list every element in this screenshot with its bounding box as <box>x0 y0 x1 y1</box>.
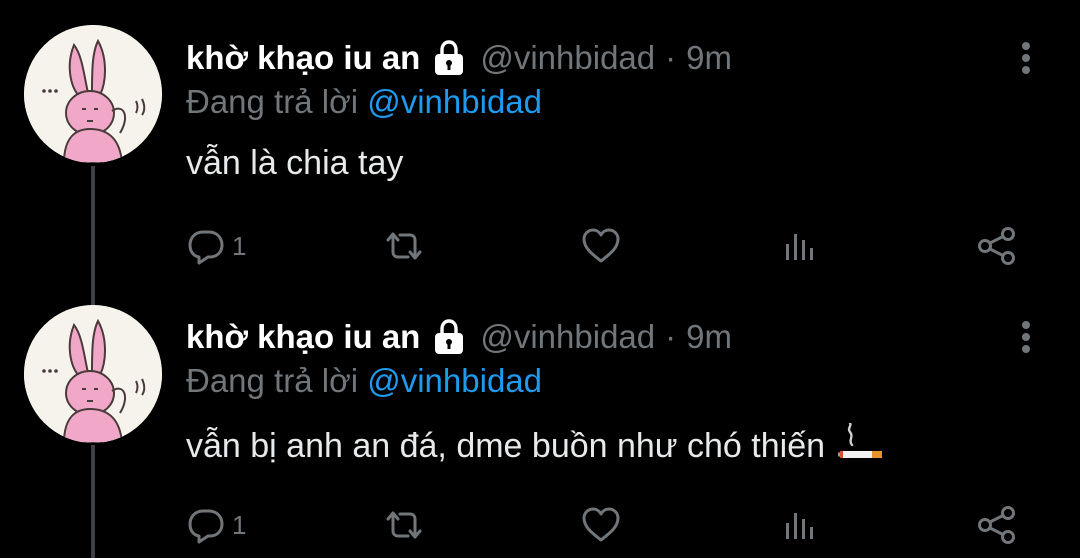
retweet-icon <box>386 511 422 539</box>
like-button[interactable] <box>580 224 622 268</box>
views-icon <box>786 234 813 260</box>
views-icon <box>786 513 813 539</box>
tweet[interactable]: khờ khạo iu an @vinhbidad · 9m Đang trả … <box>0 0 1080 306</box>
user-handle[interactable]: @vinhbidad <box>480 39 655 77</box>
bunny-avatar-image <box>24 25 162 163</box>
tweet[interactable]: khờ khạo iu an @vinhbidad · 9m Đang trả … <box>0 279 1080 558</box>
like-icon <box>582 228 620 263</box>
replying-prefix: Đang trả lời <box>186 83 359 120</box>
thread-line <box>91 445 95 558</box>
like-icon <box>582 507 620 542</box>
replying-mention[interactable]: @vinhbidad <box>367 83 542 120</box>
more-icon[interactable] <box>1020 319 1032 355</box>
replying-to: Đang trả lời @vinhbidad <box>186 83 542 121</box>
reply-icon <box>188 230 224 265</box>
share-button[interactable] <box>976 224 1018 268</box>
reply-icon <box>188 509 224 544</box>
replying-to: Đang trả lời @vinhbidad <box>186 362 542 400</box>
cigarette-icon <box>838 423 884 463</box>
views-button[interactable] <box>780 224 820 268</box>
bunny-avatar-image <box>24 305 162 443</box>
reply-button[interactable]: 1 <box>186 503 246 547</box>
like-button[interactable] <box>580 503 622 547</box>
display-name[interactable]: khờ khạo iu an <box>186 39 420 77</box>
share-icon <box>978 227 1015 265</box>
tweet-text: vẫn bị anh an đá, dme buồn như chó thiến <box>186 423 884 466</box>
tweet-actions: 1 <box>186 503 1026 547</box>
tweet-text-content: vẫn là chia tay <box>186 144 404 182</box>
replying-mention[interactable]: @vinhbidad <box>367 362 542 399</box>
lock-icon <box>432 319 466 355</box>
timestamp[interactable]: 9m <box>686 39 732 77</box>
tweet-text: vẫn là chia tay <box>186 144 403 183</box>
reply-count: 1 <box>232 230 247 261</box>
tweet-header: khờ khạo iu an @vinhbidad · 9m <box>186 36 732 80</box>
reply-count: 1 <box>232 509 247 540</box>
retweet-button[interactable] <box>382 503 426 547</box>
retweet-button[interactable] <box>382 224 426 268</box>
more-icon[interactable] <box>1020 40 1032 76</box>
separator-dot: · <box>665 318 677 355</box>
avatar[interactable] <box>24 25 162 163</box>
retweet-icon <box>386 232 422 260</box>
tweet-actions: 1 <box>186 224 1026 268</box>
tweet-header: khờ khạo iu an @vinhbidad · 9m <box>186 315 732 359</box>
tweet-text-content: vẫn bị anh an đá, dme buồn như chó thiến <box>186 427 826 465</box>
lock-icon <box>432 40 466 76</box>
replying-prefix: Đang trả lời <box>186 362 359 399</box>
timestamp[interactable]: 9m <box>686 318 732 356</box>
separator-dot: · <box>665 39 677 76</box>
views-button[interactable] <box>780 503 820 547</box>
reply-button[interactable]: 1 <box>186 224 246 268</box>
share-icon <box>978 506 1015 544</box>
user-handle[interactable]: @vinhbidad <box>480 318 655 356</box>
display-name[interactable]: khờ khạo iu an <box>186 318 420 356</box>
share-button[interactable] <box>976 503 1018 547</box>
avatar[interactable] <box>24 305 162 443</box>
